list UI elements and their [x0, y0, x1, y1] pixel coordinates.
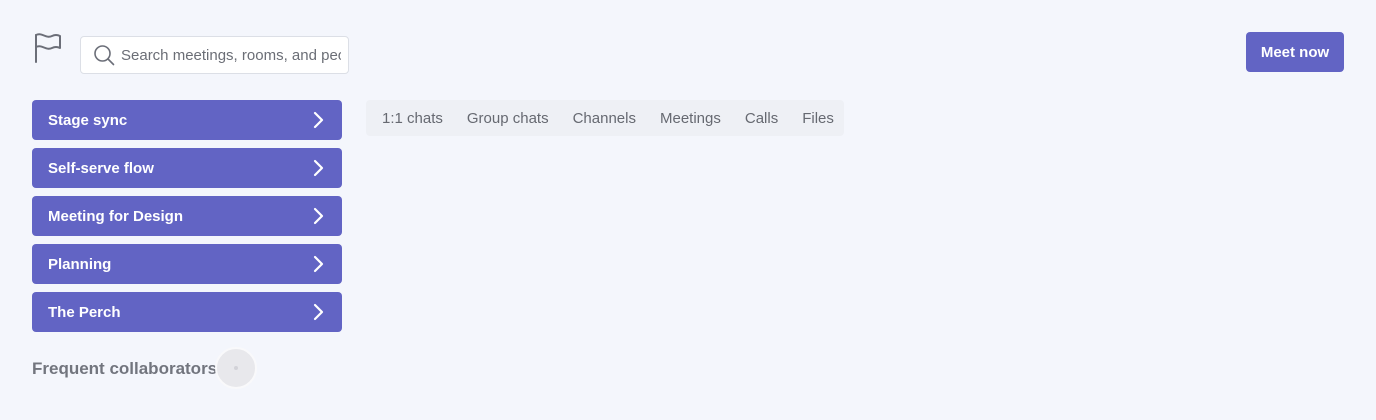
- room-item-self-serve-flow[interactable]: Self-serve flow: [32, 148, 342, 188]
- room-item-stage-sync[interactable]: Stage sync: [32, 100, 342, 140]
- tab-channels[interactable]: Channels: [573, 110, 636, 127]
- avatar[interactable]: [215, 347, 257, 389]
- room-item-label: Self-serve flow: [48, 159, 154, 177]
- avatar-placeholder-icon: [234, 366, 238, 370]
- room-item-label: Stage sync: [48, 111, 128, 129]
- filter-tabs: 1:1 chats Group chats Channels Meetings …: [366, 100, 844, 136]
- room-item-the-perch[interactable]: The Perch: [32, 292, 342, 332]
- chevron-right-icon: [313, 255, 324, 273]
- tab-calls[interactable]: Calls: [745, 110, 778, 127]
- room-item-label: Planning: [48, 255, 112, 273]
- room-item-meeting-for-design[interactable]: Meeting for Design: [32, 196, 342, 236]
- tab-1-1-chats[interactable]: 1:1 chats: [382, 110, 443, 127]
- search-box[interactable]: [80, 36, 349, 74]
- chevron-right-icon: [313, 159, 324, 177]
- search-icon: [94, 45, 115, 66]
- room-item-label: The Perch: [48, 303, 121, 321]
- room-list: Stage sync Self-serve flow Meeting for D…: [32, 100, 342, 340]
- chevron-right-icon: [313, 303, 324, 321]
- room-item-planning[interactable]: Planning: [32, 244, 342, 284]
- tab-meetings[interactable]: Meetings: [660, 110, 721, 127]
- search-input[interactable]: [121, 46, 341, 64]
- tab-files[interactable]: Files: [802, 110, 834, 127]
- meet-now-button[interactable]: Meet now: [1246, 32, 1344, 72]
- chevron-right-icon: [313, 111, 324, 129]
- tab-group-chats[interactable]: Group chats: [467, 110, 549, 127]
- frequent-collaborators-heading: Frequent collaborators: [32, 359, 218, 378]
- chevron-right-icon: [313, 207, 324, 225]
- flag-icon: [35, 33, 61, 63]
- room-item-label: Meeting for Design: [48, 207, 184, 225]
